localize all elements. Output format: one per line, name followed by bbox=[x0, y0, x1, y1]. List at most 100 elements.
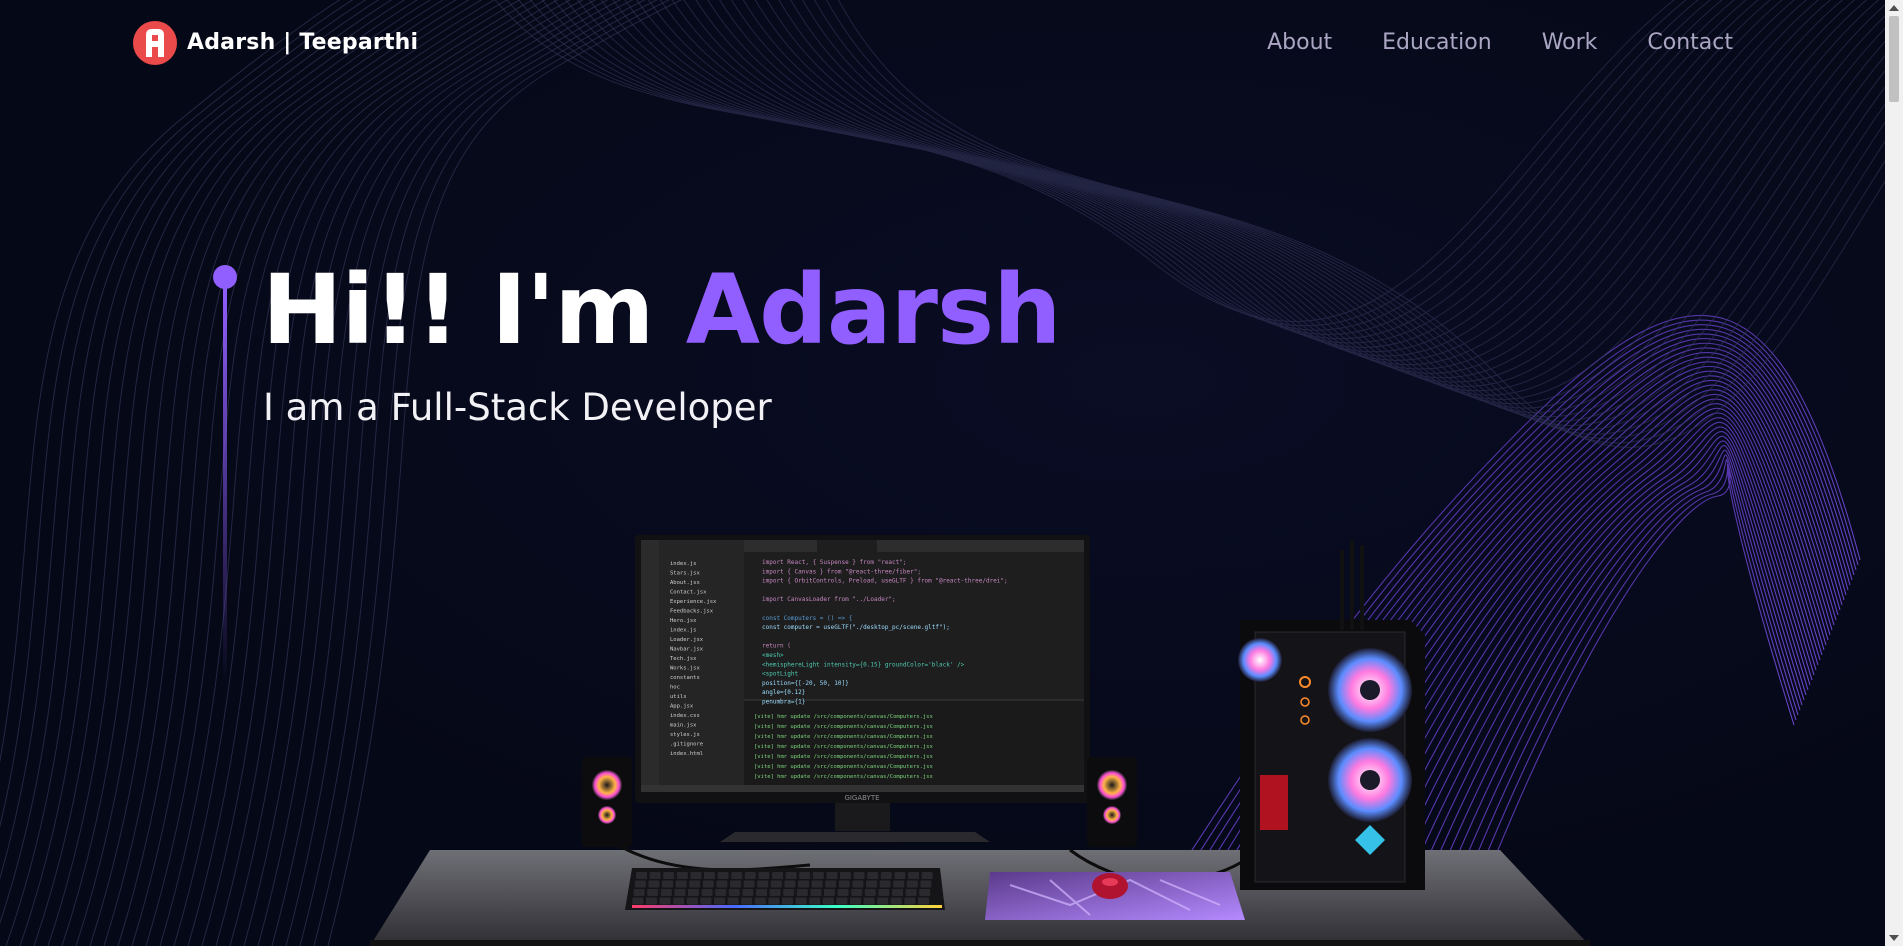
keyboard-key bbox=[904, 897, 916, 905]
editor-text: [vite] hmr update /src/components/canvas… bbox=[754, 764, 933, 770]
editor-text: index.css bbox=[670, 713, 700, 719]
nav-link-education[interactable]: Education bbox=[1382, 30, 1492, 55]
editor-text: Contact.jsx bbox=[670, 590, 707, 596]
keyboard-key bbox=[688, 889, 699, 896]
keyboard-key bbox=[864, 889, 876, 896]
brand-link[interactable]: Adarsh | Teeparthi bbox=[133, 20, 419, 65]
keyboard-key bbox=[770, 880, 782, 888]
keyboard-key bbox=[700, 897, 712, 905]
keyboard-key bbox=[632, 897, 644, 905]
editor-text: import { OrbitControls, Preload, useGLTF… bbox=[762, 578, 1008, 585]
hero-title: Hi!! I'm Adarsh bbox=[262, 250, 1062, 370]
nav-link-contact[interactable]: Contact bbox=[1647, 30, 1733, 55]
editor-text: [vite] hmr update /src/components/canvas… bbox=[754, 724, 933, 730]
keyboard-key bbox=[772, 872, 783, 879]
keyboard-key bbox=[918, 897, 929, 905]
desktop-pc-scene[interactable]: index.js Stars.jsx About.jsx Contact.jsx Exp… bbox=[370, 520, 1590, 946]
editor-text: constants bbox=[670, 675, 700, 681]
editor-text: [vite] hmr update /src/components/canvas… bbox=[754, 714, 933, 720]
editor-text: Experience.jsx bbox=[670, 599, 717, 605]
speaker-right bbox=[1087, 757, 1137, 847]
keyboard-key bbox=[646, 897, 657, 905]
keyboard bbox=[625, 868, 945, 910]
keyboard-key bbox=[673, 897, 685, 905]
editor-text: import { Canvas } from "@react-three/fib… bbox=[762, 568, 921, 575]
keyboard-key bbox=[768, 897, 780, 905]
keyboard-key bbox=[851, 889, 863, 896]
editor-text: index.html bbox=[670, 751, 703, 757]
keyboard-key bbox=[908, 872, 919, 879]
keyboard-key bbox=[838, 880, 850, 888]
keyboard-key bbox=[663, 872, 675, 879]
keyboard-key bbox=[769, 889, 781, 896]
keyboard-key bbox=[867, 872, 879, 879]
keyboard-key bbox=[840, 872, 851, 879]
scrollbar-thumb[interactable] bbox=[1889, 16, 1899, 102]
keyboard-key bbox=[837, 889, 849, 896]
keyboard-key bbox=[892, 889, 903, 896]
keyboard-key bbox=[890, 897, 902, 905]
keyboard-key bbox=[636, 872, 647, 879]
keyboard-key bbox=[784, 880, 796, 888]
editor-text: const computer = useGLTF("./desktop_pc/s… bbox=[762, 624, 950, 631]
nav-link-work[interactable]: Work bbox=[1542, 30, 1598, 55]
keyboard-key bbox=[744, 872, 756, 879]
keyboard-key bbox=[877, 897, 889, 905]
keyboard-key bbox=[866, 880, 877, 888]
keyboard-key bbox=[731, 872, 743, 879]
editor-text: Tech.jsx bbox=[670, 656, 697, 662]
keyboard-key bbox=[824, 889, 835, 896]
keyboard-key bbox=[812, 872, 824, 879]
speaker-left bbox=[582, 757, 632, 847]
keyboard-key bbox=[894, 872, 906, 879]
keyboard-key bbox=[758, 872, 770, 879]
keyboard-key bbox=[878, 889, 890, 896]
keyboard-key bbox=[798, 880, 809, 888]
logo-icon bbox=[133, 20, 177, 65]
editor-text: angle={0.12} bbox=[762, 689, 805, 696]
portfolio-page: Adarsh | Teeparthi About Education Work … bbox=[0, 0, 1903, 946]
keyboard-key bbox=[756, 889, 767, 896]
nav-link-about[interactable]: About bbox=[1267, 30, 1332, 55]
editor-text: index.js bbox=[670, 561, 697, 567]
keyboard-key bbox=[754, 897, 766, 905]
editor-text: <spotLight bbox=[762, 671, 799, 678]
keyboard-key bbox=[811, 880, 823, 888]
page-scrollbar[interactable] bbox=[1885, 0, 1903, 946]
editor-text: Loader.jsx bbox=[670, 637, 704, 643]
editor-text: Hero.jsx bbox=[670, 618, 697, 624]
scroll-up-icon[interactable] bbox=[1889, 5, 1899, 11]
hero-name: Adarsh bbox=[685, 254, 1062, 366]
brand-name: Adarsh | Teeparthi bbox=[187, 30, 419, 55]
navbar: Adarsh | Teeparthi About Education Work … bbox=[133, 20, 1733, 65]
scroll-down-icon[interactable] bbox=[1889, 935, 1899, 941]
keyboard-key bbox=[674, 889, 686, 896]
keyboard-key bbox=[714, 897, 725, 905]
mousepad bbox=[985, 872, 1245, 920]
keyboard-key bbox=[743, 880, 755, 888]
editor-text: About.jsx bbox=[670, 580, 700, 586]
keyboard-key bbox=[727, 897, 739, 905]
keyboard-key bbox=[649, 872, 661, 879]
editor-text: utils bbox=[670, 694, 687, 700]
keyboard-key bbox=[742, 889, 754, 896]
editor-text: Stars.jsx bbox=[670, 571, 700, 577]
keyboard-key bbox=[690, 872, 702, 879]
keyboard-key bbox=[783, 889, 795, 896]
keyboard-key bbox=[785, 872, 797, 879]
editor-text: penumbra={1} bbox=[762, 699, 805, 706]
keyboard-key bbox=[822, 897, 834, 905]
hero-subtitle: I am a Full-Stack Developer bbox=[263, 386, 772, 429]
pc-case bbox=[1238, 540, 1425, 890]
keyboard-key bbox=[757, 880, 769, 888]
keyboard-key bbox=[741, 897, 753, 905]
keyboard-key bbox=[634, 880, 646, 888]
monitor-brand: GIGABYTE bbox=[844, 794, 879, 802]
keyboard-key bbox=[782, 897, 793, 905]
keyboard-key bbox=[730, 880, 741, 888]
keyboard-key bbox=[796, 889, 808, 896]
editor-text: [vite] hmr update /src/components/canvas… bbox=[754, 744, 933, 750]
editor-text: import CanvasLoader from "../Loader"; bbox=[762, 596, 896, 603]
editor-text: main.jsx bbox=[670, 723, 697, 729]
keyboard-key bbox=[863, 897, 875, 905]
